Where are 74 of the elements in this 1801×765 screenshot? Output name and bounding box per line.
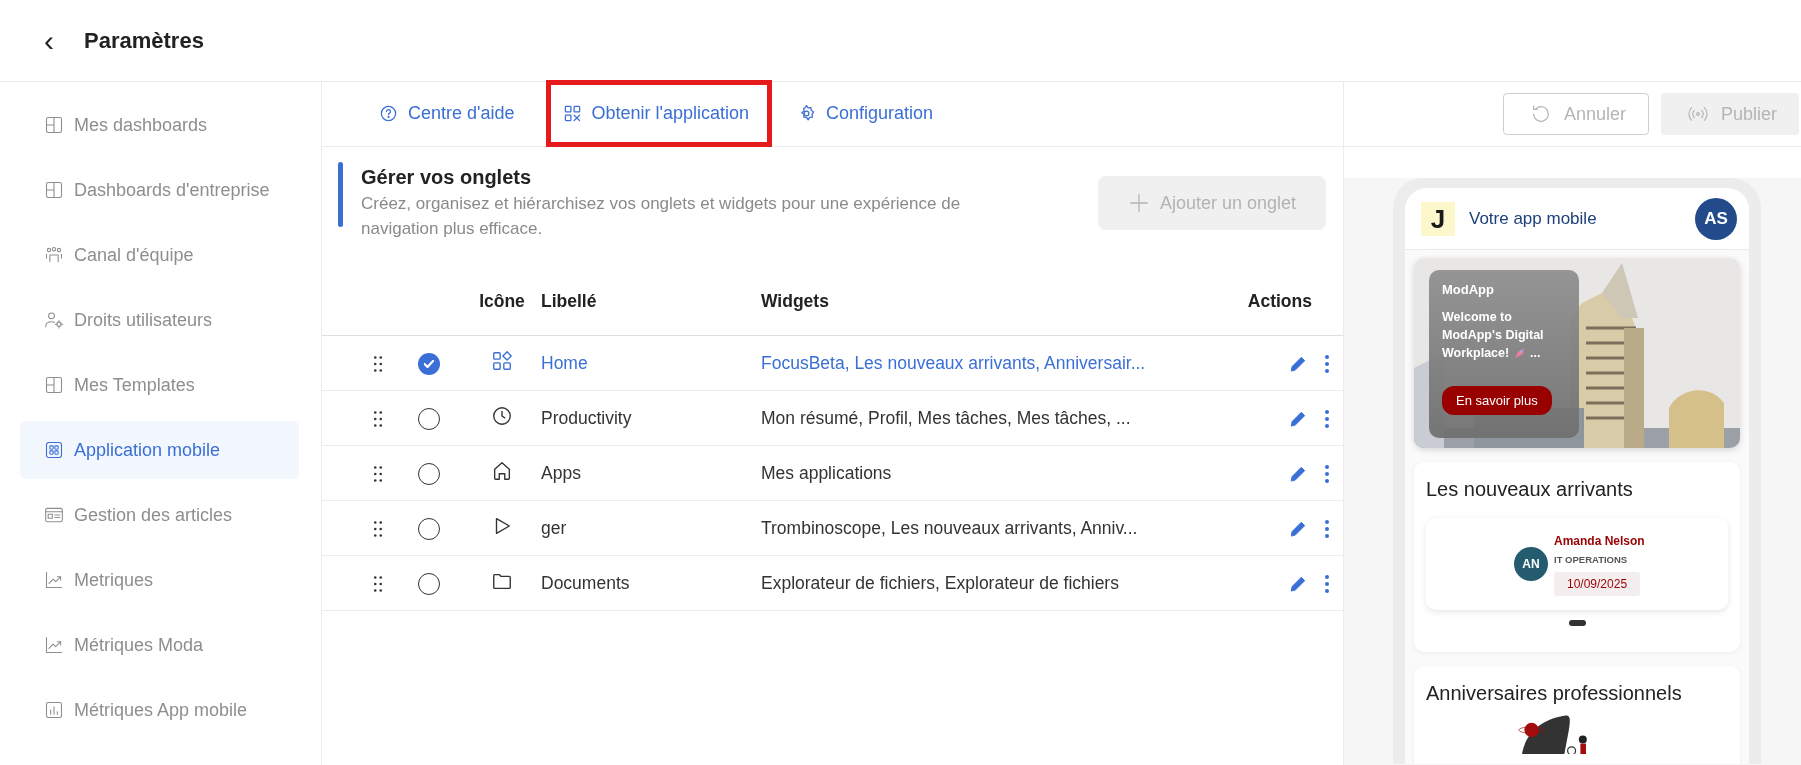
sidebar-item[interactable]: Métriques Moda [20,616,299,674]
section-description: Créez, organisez et hiérarchisez vos onglets et widgets pour une expérience de navigation plus efficace. [361,193,962,240]
sidebar-item[interactable]: Métriques App mobile [20,681,299,739]
table-cell: Explorateur de fichiers, Explorateur de fichiers [761,572,1119,593]
table-cell: FocusBeta, Les nouveaux arrivants, Anniversair... [761,352,1146,373]
person-avatar: AN [1514,547,1548,581]
person-date: 10/09/2025 [1554,571,1641,596]
article-icon [44,505,64,525]
more-icon [1324,520,1329,539]
layout-icon [44,180,64,200]
more-button[interactable] [1322,573,1331,596]
banner-brand: ModApp [1442,281,1495,299]
table-cell: Documents [541,572,630,593]
banner-message: Welcome to ModApp's Digital Workplace! ... [1442,308,1545,362]
more-button[interactable] [1322,518,1331,541]
layout-icon [44,375,64,395]
column-header: Widgets [761,291,829,312]
plus-icon [1127,192,1150,214]
user-avatar: AS [1695,197,1737,240]
more-icon [1324,575,1329,594]
chart-line-icon [44,635,64,655]
widget-title: Anniversaires professionnels [1426,681,1683,706]
grid-icon [44,440,64,460]
table-cell: Productivity [541,407,632,428]
people-icon [44,245,64,265]
more-button[interactable] [1322,463,1331,486]
bar-chart-icon [44,700,64,720]
sidebar-item[interactable]: Dashboards d'entreprise [20,161,299,219]
more-button[interactable] [1322,353,1331,376]
more-icon [1324,465,1329,484]
rocket-icon [1512,346,1527,361]
learn-more-button[interactable]: En savoir plus [1442,385,1552,415]
table-cell: ger [541,517,567,538]
clock-icon [491,405,513,428]
back-button[interactable]: ‹ [40,25,58,56]
table-cell: Mon résumé, Profil, Mes tâches, Mes tâches, ... [761,407,1131,428]
person-name: Amanda Nelson [1554,533,1645,551]
sidebar-item[interactable]: Mes Templates [20,356,299,414]
home-icon [491,460,513,483]
table-cell: Home [541,352,588,373]
carousel-indicator[interactable] [1568,620,1586,626]
page-title: Paramètres [84,27,204,55]
app-title: Votre app mobile [1469,207,1598,230]
chart-line-icon [44,570,64,590]
column-header: Actions [1247,291,1312,312]
table-cell: Apps [541,462,581,483]
apps-icon [491,350,513,373]
table-cell: Mes applications [761,462,892,483]
table-cell: Trombinoscope, Les nouveaux arrivants, Anniv... [761,517,1138,538]
sidebar-item[interactable]: Application mobile [20,421,299,479]
sidebar-item[interactable]: Metriques [20,551,299,609]
more-icon [1324,355,1329,374]
tab[interactable]: Centre d'aide [368,80,538,147]
sidebar-item[interactable]: Droits utilisateurs [20,291,299,349]
person-department: IT OPERATIONS [1554,553,1629,568]
widget-title: Les nouveaux arrivants [1426,477,1634,502]
column-header: Icône [479,291,525,312]
more-icon [1324,410,1329,429]
layout-icon [44,115,64,135]
tab[interactable]: Obtenir l'application [545,80,773,147]
sidebar-item[interactable]: Gestion des articles [20,486,299,544]
app-logo: J [1421,201,1455,236]
sidebar-item[interactable]: Canal d'équipe [20,226,299,284]
radio-button[interactable] [418,353,440,376]
tab[interactable]: Configuration [786,80,957,147]
more-button[interactable] [1322,408,1331,431]
section-title: Gérer vos onglets [361,165,533,190]
help-icon [379,104,398,123]
column-header: Libellé [541,291,597,312]
user-gear-icon [44,310,64,330]
sidebar-item[interactable]: Mes dashboards [20,96,299,154]
check-icon [424,360,434,369]
accent-bar [338,162,343,227]
qr-code-icon [562,104,582,123]
